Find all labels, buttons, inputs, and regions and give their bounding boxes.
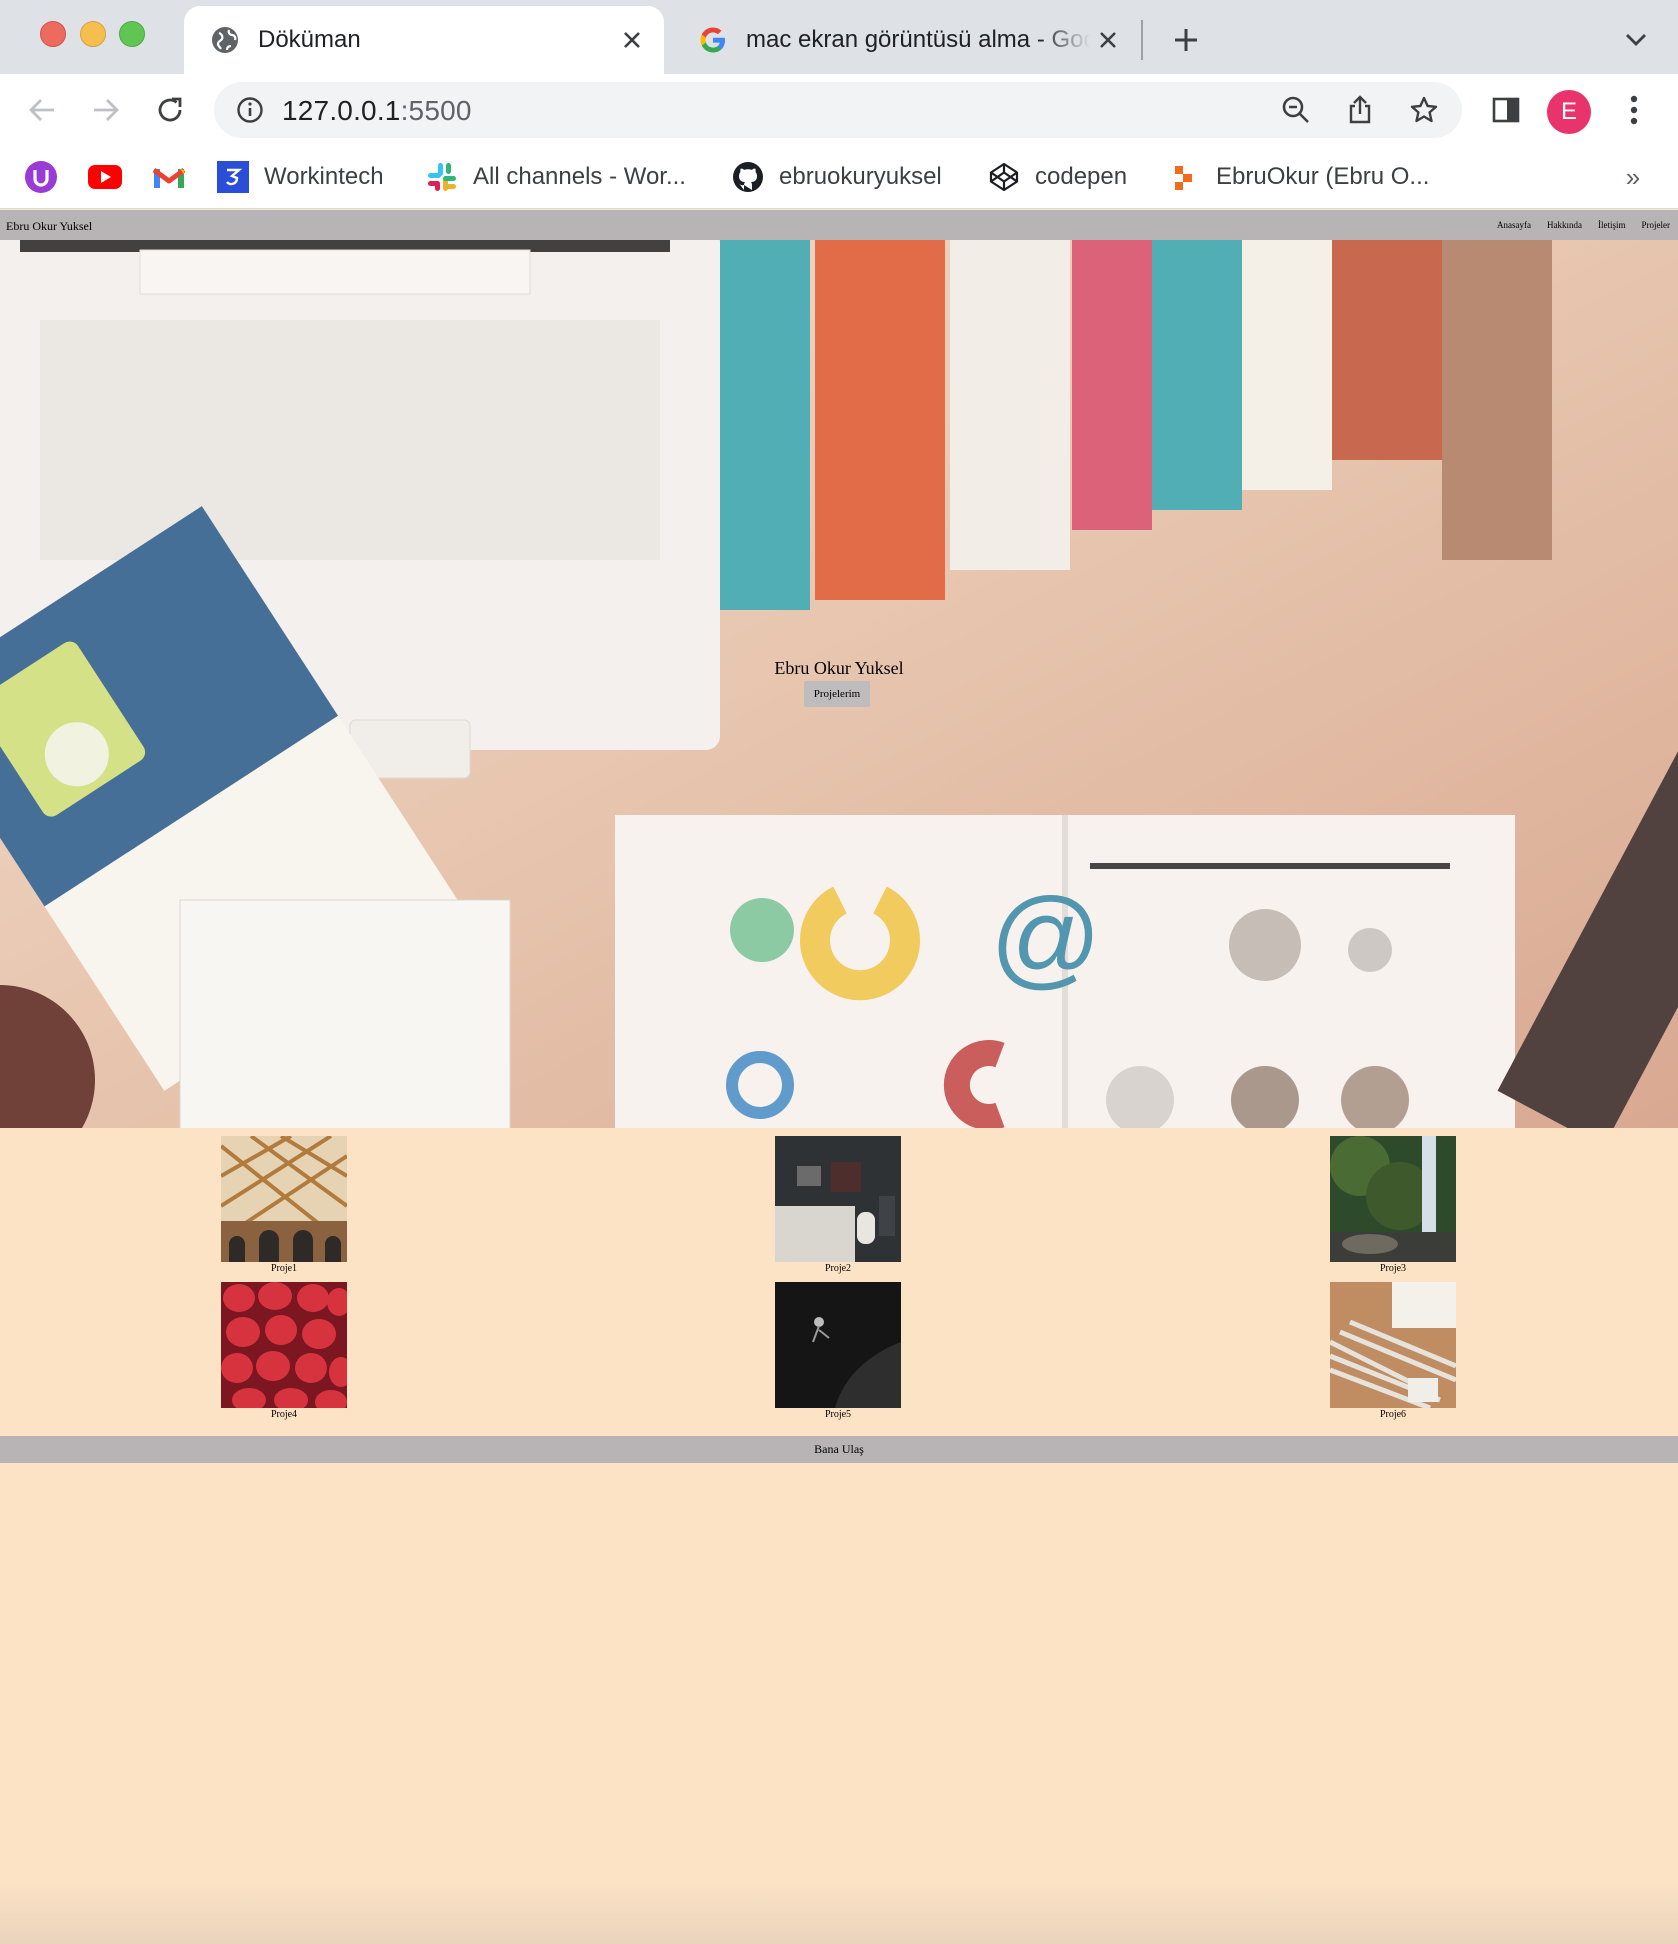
bookmark-label: EbruOkur (Ebru O... [1216, 163, 1430, 190]
project-caption: Proje4 [270, 1409, 298, 1420]
hero-section: @ Ebru Okur Yuksel Projelerim [0, 240, 1678, 1128]
bookmark-label: Workintech [264, 163, 384, 190]
share-icon [1349, 95, 1371, 124]
tab-separator [1141, 20, 1143, 60]
project-card[interactable]: Proje4 [221, 1282, 347, 1420]
forward-button[interactable] [86, 90, 126, 130]
project-thumbnail [775, 1136, 901, 1262]
plus-icon [1175, 29, 1197, 51]
share-button[interactable] [1344, 94, 1376, 126]
reload-button[interactable] [150, 90, 190, 130]
bookmark-slack[interactable]: All channels - Wor... [425, 158, 686, 196]
bookmark-codepen[interactable]: codepen [987, 158, 1127, 196]
project-card[interactable]: Proje2 [775, 1136, 901, 1274]
tab-title: Döküman [258, 26, 361, 53]
globe-icon [212, 27, 238, 53]
zoom-out-icon [1282, 96, 1309, 123]
bookmark-u[interactable] [24, 158, 72, 196]
nav-link-projeler[interactable]: Projeler [1642, 220, 1671, 230]
projects-grid: Proje1 Proje2 Proje3 Proje4 Proje5 Proje… [0, 1128, 1678, 1436]
menu-button[interactable] [1614, 90, 1654, 130]
arrow-left-icon [29, 99, 54, 121]
project-thumbnail [1330, 1282, 1456, 1408]
window-zoom-button[interactable] [119, 21, 145, 47]
nav-link-hakkinda[interactable]: Hakkında [1547, 220, 1582, 230]
project-caption: Proje2 [824, 1263, 852, 1274]
footer-contact[interactable]: Bana Ulaş [0, 1436, 1678, 1463]
bookmark-github[interactable]: ebruokuryuksel [731, 158, 942, 196]
bookmark-workintech[interactable]: Workintech [216, 158, 384, 196]
site-navbar: Ebru Okur Yuksel Anasayfa Hakkında İleti… [0, 210, 1678, 240]
project-thumbnail [221, 1282, 347, 1408]
project-thumbnail [775, 1282, 901, 1408]
star-icon [1410, 96, 1438, 123]
bookmark-label: All channels - Wor... [473, 163, 686, 190]
chevron-down-icon [1626, 34, 1646, 46]
tab-search-button[interactable] [1616, 20, 1656, 60]
back-button[interactable] [22, 90, 62, 130]
bookmarks-overflow-button[interactable]: » [1616, 158, 1650, 196]
bookmarks-bar: Workintech All channels - Wor... ebruoku… [0, 146, 1678, 209]
url-text: 127.0.0.1:5500 [282, 95, 472, 127]
bookmark-label: ebruokuryuksel [779, 163, 942, 190]
codepen-icon [987, 160, 1021, 194]
project-card[interactable]: Proje3 [1330, 1136, 1456, 1274]
url-port: :5500 [400, 95, 472, 126]
bookmark-ebruokur[interactable]: EbruOkur (Ebru O... [1168, 158, 1429, 196]
window-minimize-button[interactable] [80, 21, 106, 47]
project-card[interactable]: Proje6 [1330, 1282, 1456, 1420]
slack-icon [425, 160, 459, 194]
site-nav-links: Anasayfa Hakkında İletişim Projeler [1497, 220, 1670, 230]
project-thumbnail [1330, 1136, 1456, 1262]
bookmark-youtube[interactable] [88, 158, 136, 196]
address-bar[interactable]: 127.0.0.1:5500 [214, 82, 1462, 138]
projects-button[interactable]: Projelerim [804, 681, 870, 707]
bookmark-icon [1168, 160, 1202, 194]
github-icon [731, 160, 765, 194]
browser-toolbar: 127.0.0.1:5500 E [0, 74, 1678, 146]
project-card[interactable]: Proje1 [221, 1136, 347, 1274]
profile-avatar[interactable]: E [1547, 90, 1591, 134]
project-caption: Proje5 [824, 1409, 852, 1420]
more-vertical-icon [1630, 95, 1638, 125]
tab-title: mac ekran görüntüsü alma - Google [746, 26, 1090, 53]
bookmark-gmail[interactable] [152, 158, 200, 196]
site-brand[interactable]: Ebru Okur Yuksel [6, 219, 92, 234]
project-caption: Proje6 [1379, 1409, 1407, 1420]
zoom-button[interactable] [1280, 94, 1312, 126]
project-caption: Proje1 [270, 1263, 298, 1274]
bookmark-label: codepen [1035, 163, 1128, 190]
new-tab-button[interactable] [1166, 20, 1206, 60]
tab-google-search[interactable]: mac ekran görüntüsü alma - Google [672, 6, 1140, 74]
project-thumbnail [221, 1136, 347, 1262]
project-caption: Proje3 [1379, 1263, 1407, 1274]
close-tab-icon[interactable] [614, 22, 650, 58]
side-panel-icon [1492, 97, 1520, 123]
window-close-button[interactable] [40, 21, 66, 47]
browser-tab-strip: Döküman mac ekran görüntüsü alma - Googl… [0, 0, 1678, 74]
url-host: 127.0.0.1 [282, 95, 401, 126]
u-icon [24, 160, 58, 194]
tab-doküman[interactable]: Döküman [184, 6, 664, 74]
hero-name: Ebru Okur Yuksel [774, 658, 904, 678]
nav-link-iletisim[interactable]: İletişim [1598, 220, 1626, 230]
workintech-icon [216, 160, 250, 194]
page-bottom-shade [0, 1880, 1678, 1944]
info-icon[interactable] [236, 96, 264, 124]
gmail-icon [152, 160, 186, 194]
side-panel-button[interactable] [1486, 90, 1526, 130]
arrow-right-icon [94, 99, 119, 121]
nav-link-anasayfa[interactable]: Anasayfa [1497, 220, 1531, 230]
youtube-icon [88, 160, 122, 194]
reload-icon [158, 97, 182, 122]
bookmark-star-button[interactable] [1408, 94, 1440, 126]
google-icon [700, 27, 725, 53]
project-card[interactable]: Proje5 [775, 1282, 901, 1420]
close-tab-icon[interactable] [1090, 22, 1126, 58]
